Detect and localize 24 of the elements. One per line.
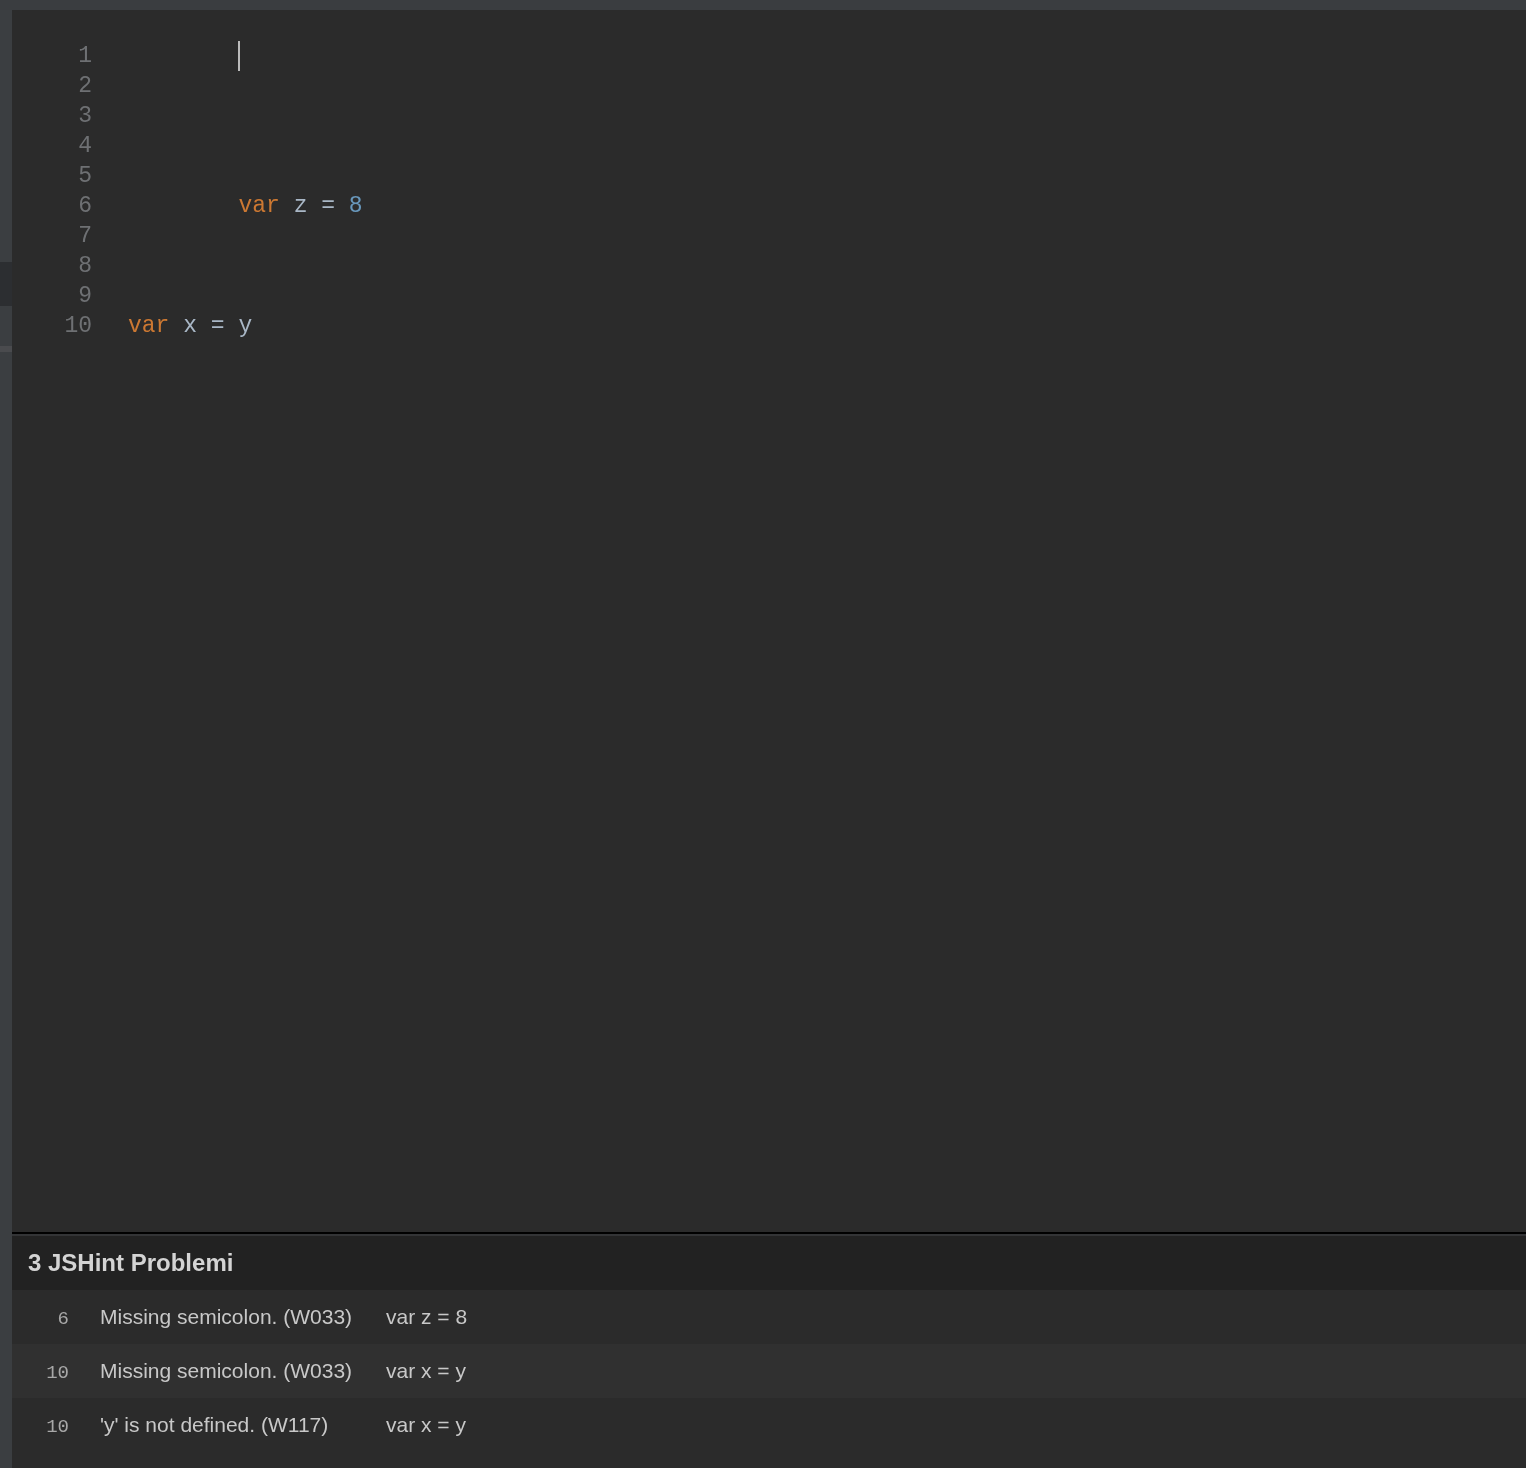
line-number: 7	[77, 222, 92, 251]
panel-title: 3 JSHint Problemi	[28, 1248, 234, 1278]
line-number: 8	[77, 252, 92, 281]
problem-code: var z = 8	[386, 1304, 468, 1331]
line-number: 1	[77, 42, 92, 71]
line-number: 2	[77, 72, 92, 101]
problem-message: Missing semicolon. (W033)	[100, 1359, 353, 1383]
code-line: var x = y	[128, 312, 253, 341]
line-number: 6	[77, 192, 92, 221]
line-number: 3	[77, 102, 92, 131]
code-line: var z = 8	[238, 192, 363, 221]
line-number: 10	[63, 312, 92, 341]
problem-code: var x = y	[386, 1358, 466, 1385]
sidebar-row-edge	[0, 346, 12, 352]
line-number: 5	[77, 162, 92, 191]
line-number: 9	[77, 282, 92, 311]
problem-line-number: 10	[46, 1361, 69, 1384]
problem-code: var x = y	[386, 1412, 466, 1439]
line-number: 4	[77, 132, 92, 161]
problem-line-number: 6	[57, 1307, 69, 1330]
problem-line-number: 10	[46, 1415, 69, 1438]
problem-row[interactable]: 10 Missing semicolon. (W033) var x = y	[12, 1344, 1526, 1398]
problem-message: 'y' is not defined. (W117)	[100, 1413, 329, 1437]
problem-message: Missing semicolon. (W033)	[100, 1305, 353, 1329]
